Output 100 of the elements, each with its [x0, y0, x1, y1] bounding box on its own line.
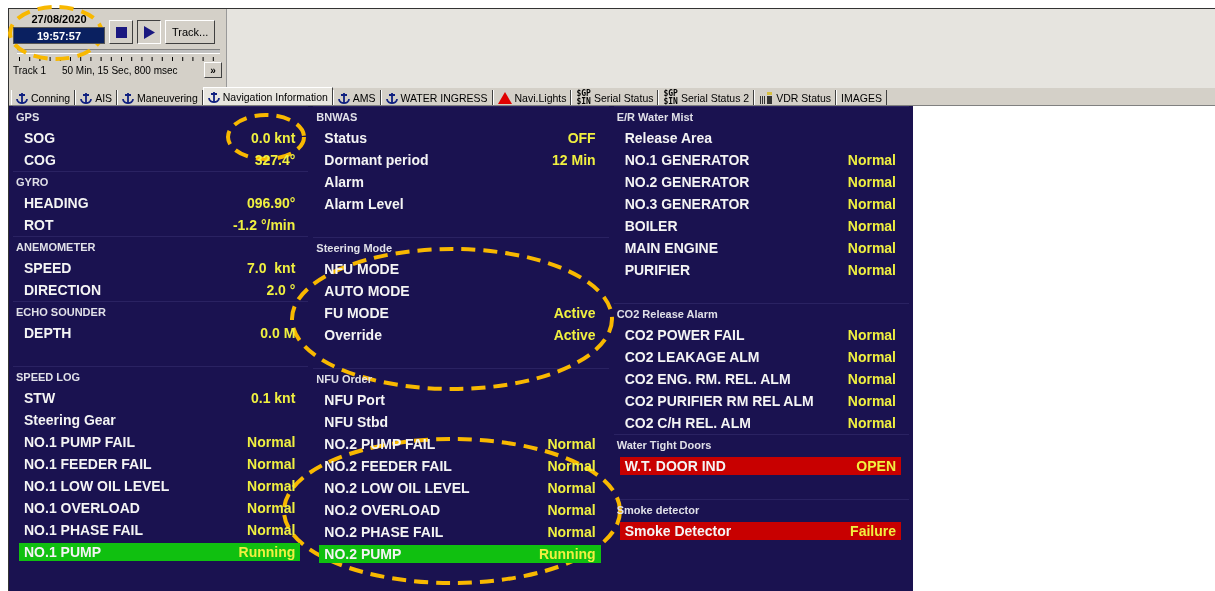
item-label: NO.1 FEEDER FAIL [24, 456, 152, 472]
item-label: FU MODE [324, 305, 389, 321]
item-label: CO2 POWER FAIL [624, 327, 745, 343]
item-label: NFU Port [324, 392, 385, 408]
tab[interactable]: WATER INGRESS [380, 90, 493, 105]
item-label: NO.2 FEEDER FAIL [324, 458, 452, 474]
play-button[interactable] [137, 20, 161, 44]
section-title: BNWAS [315, 110, 359, 125]
item-label: DEPTH [24, 325, 72, 341]
anchor-icon [122, 91, 135, 104]
tab[interactable]: AIS [75, 90, 118, 105]
status-value: Failure [850, 523, 896, 539]
item-label: NO.1 LOW OIL LEVEL [24, 478, 170, 494]
item-value: Active [553, 305, 596, 321]
item-label: Alarm [324, 174, 364, 190]
item-label: NO.2 PHASE FAIL [324, 524, 444, 540]
play-icon [143, 25, 155, 39]
tab[interactable]: Navi.Lights [492, 90, 572, 105]
item-label: SOG [24, 130, 56, 146]
item-label: Alarm Level [324, 196, 404, 212]
item-label: Steering Gear [24, 412, 116, 428]
status-label: NO.2 PUMP [324, 546, 402, 562]
stop-button[interactable] [109, 20, 133, 44]
item-value: Normal [847, 415, 896, 431]
tab[interactable]: Conning [11, 90, 76, 105]
status-value: OPEN [856, 458, 896, 474]
item-value: Active [553, 327, 596, 343]
item-value: OFF [567, 130, 596, 146]
item-label: DIRECTION [24, 282, 101, 298]
item-label: MAIN ENGINE [624, 240, 718, 256]
item-value: Normal [547, 502, 596, 518]
item-value: 2.0 ° [266, 282, 296, 298]
tab[interactable]: Navigation Information [202, 87, 333, 105]
item-label: COG [24, 152, 56, 168]
item-label: NO.2 LOW OIL LEVEL [324, 480, 470, 496]
item-label: Override [324, 327, 382, 343]
item-label: NO.1 PUMP FAIL [24, 434, 135, 450]
status-value: Running [538, 546, 596, 562]
item-label: Dormant period [324, 152, 429, 168]
item-value: Normal [847, 349, 896, 365]
item-label: NO.3 GENERATOR [624, 196, 750, 212]
item-value: Normal [847, 393, 896, 409]
track-name: Track 1 [13, 64, 46, 76]
warning-triangle-icon [497, 91, 512, 104]
item-value: Normal [247, 500, 296, 516]
item-value: Normal [547, 524, 596, 540]
item-label: CO2 ENG. RM. REL. ALM [624, 371, 791, 387]
item-value: Normal [847, 262, 896, 278]
section-title: ECHO SOUNDER [15, 305, 107, 320]
item-value: Normal [547, 480, 596, 496]
item-label: HEADING [24, 195, 89, 211]
time-field: 19:57:57 [13, 27, 105, 44]
anchor-icon [16, 91, 28, 104]
tab[interactable]: VDR Status [754, 90, 837, 105]
track-button[interactable]: Track... [165, 20, 216, 44]
item-label: NO.1 OVERLOAD [24, 500, 140, 516]
item-label: CO2 LEAKAGE ALM [624, 349, 760, 365]
item-value: Normal [247, 434, 296, 450]
item-value: Normal [847, 240, 896, 256]
section-title: SPEED LOG [15, 370, 82, 385]
item-label: CO2 C/H REL. ALM [624, 415, 751, 431]
item-label: ROT [24, 217, 54, 233]
tab[interactable]: IMAGES [836, 90, 887, 105]
status-label: NO.1 PUMP [24, 544, 101, 560]
item-value: Normal [847, 152, 896, 168]
section-title: NFU Order [315, 372, 373, 387]
item-value: Normal [247, 522, 296, 538]
item-value: Normal [847, 327, 896, 343]
item-label: Status [324, 130, 368, 146]
recorder-icon [759, 91, 774, 104]
anchor-icon [80, 91, 93, 104]
item-value: -1.2 °/min [232, 217, 296, 233]
status-value: Running [238, 544, 296, 560]
item-label: Release Area [624, 130, 713, 146]
item-value: Normal [547, 436, 596, 452]
port-icon: $GP $IN [663, 89, 678, 106]
stop-icon [115, 26, 127, 38]
item-label: SPEED [24, 260, 72, 276]
section-title: CO2 Release Alarm [615, 307, 719, 322]
item-value: Normal [547, 458, 596, 474]
port-icon: $GP $IN [576, 89, 591, 106]
item-value: 0.1 knt [250, 390, 296, 406]
tab[interactable]: Maneuvering [117, 90, 203, 105]
item-value: Normal [847, 218, 896, 234]
item-value: Normal [847, 174, 896, 190]
section-title: E/R Water Mist [615, 110, 695, 125]
item-label: NFU Stbd [324, 414, 389, 430]
item-label: NO.2 OVERLOAD [324, 502, 441, 518]
section-title: Water Tight Doors [615, 438, 713, 453]
section-title: ANEMOMETER [15, 240, 97, 255]
tab[interactable]: AMS [332, 90, 381, 105]
item-value: 7.0 knt [247, 260, 296, 276]
status-label: W.T. DOOR IND [624, 458, 726, 474]
section-title: GYRO [15, 175, 50, 190]
item-value: Normal [847, 196, 896, 212]
status-label: Smoke Detector [624, 523, 732, 539]
item-label: NO.1 PHASE FAIL [24, 522, 144, 538]
more-button[interactable]: » [204, 62, 222, 78]
item-value: 0.0 knt [250, 130, 296, 146]
item-value: 12 Min [552, 152, 596, 168]
